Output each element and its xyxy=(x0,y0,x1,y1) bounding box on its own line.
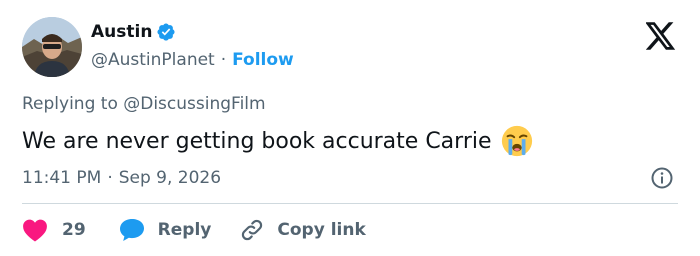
author-handle[interactable]: @AustinPlanet xyxy=(91,50,215,70)
copy-link-button[interactable]: Copy link xyxy=(239,217,366,243)
reply-button[interactable]: Reply xyxy=(118,217,212,243)
reply-bubble-icon xyxy=(118,217,146,243)
reply-label: Reply xyxy=(157,220,212,240)
heart-icon xyxy=(22,218,48,242)
copy-link-label: Copy link xyxy=(277,220,366,240)
replying-to[interactable]: Replying to @DiscussingFilm xyxy=(22,94,266,114)
tweet-text: We are never getting book accurate Carri… xyxy=(22,128,492,154)
x-logo-icon[interactable] xyxy=(645,22,676,50)
tweet-date: Sep 9, 2026 xyxy=(118,168,222,188)
info-icon[interactable] xyxy=(650,166,674,190)
author-name[interactable]: Austin xyxy=(91,22,152,42)
loudly-crying-face-icon xyxy=(500,124,534,158)
separator-dot: · xyxy=(220,50,227,70)
author-name-row: Austin xyxy=(91,22,176,42)
tweet-text-row: We are never getting book accurate Carri… xyxy=(22,124,534,158)
like-button[interactable]: 29 xyxy=(22,218,86,242)
action-bar: 29 Reply Copy link xyxy=(22,216,366,244)
like-count: 29 xyxy=(62,220,86,240)
timestamp-separator: · xyxy=(107,168,113,188)
verified-badge-icon xyxy=(156,22,176,42)
divider xyxy=(22,203,678,204)
tweet-time: 11:41 PM xyxy=(22,168,102,188)
follow-button[interactable]: Follow xyxy=(232,50,294,70)
avatar[interactable] xyxy=(22,17,82,77)
tweet-timestamp[interactable]: 11:41 PM · Sep 9, 2026 xyxy=(22,168,221,188)
link-icon xyxy=(239,217,265,243)
author-handle-row: @AustinPlanet · Follow xyxy=(91,50,294,70)
